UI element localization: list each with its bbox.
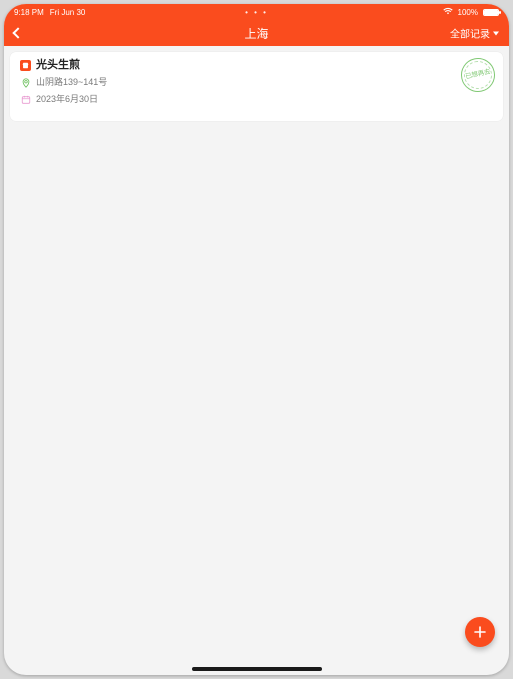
calendar-icon [20,94,31,105]
back-button[interactable] [14,29,22,37]
location-icon [20,77,31,88]
status-time: 9:18 PM [14,8,44,17]
chevron-left-icon [12,27,23,38]
status-center-dots: • • • [245,8,268,17]
record-title: 光头生煎 [36,60,80,71]
store-icon [20,60,31,71]
status-bar: 9:18 PM Fri Jun 30 • • • 100% [4,4,509,20]
status-date: Fri Jun 30 [50,8,86,17]
chevron-down-icon [493,31,499,35]
home-indicator[interactable] [192,667,322,671]
page-title: 上海 [244,25,268,42]
stamp-text: 已想再去 [465,69,491,81]
device-frame: 9:18 PM Fri Jun 30 • • • 100% 上海 全部记录 [4,4,509,675]
filter-button[interactable]: 全部记录 [450,26,499,41]
add-button[interactable] [465,617,495,647]
nav-bar: 上海 全部记录 [4,20,509,46]
wifi-icon [443,7,453,17]
battery-percent: 100% [458,8,478,17]
plus-icon [473,625,487,639]
record-address: 山阴路139~141号 [36,78,107,87]
record-date: 2023年6月30日 [36,95,98,104]
battery-icon [483,9,499,16]
filter-label: 全部记录 [450,26,490,41]
content-area: 光头生煎 山阴路139~141号 2023年6月30日 已想再去 [4,46,509,675]
record-card[interactable]: 光头生煎 山阴路139~141号 2023年6月30日 已想再去 [10,52,503,121]
